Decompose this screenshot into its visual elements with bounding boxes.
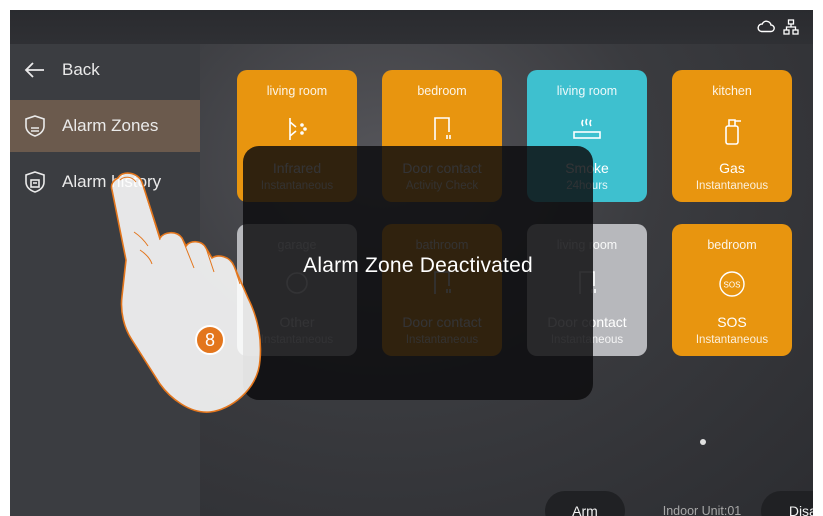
door-icon — [382, 114, 502, 144]
back-button[interactable]: Back — [10, 44, 200, 96]
zone-mode: Instantaneous — [695, 334, 769, 346]
cloud-icon — [757, 19, 775, 40]
arm-button[interactable]: Arm — [545, 491, 625, 516]
gas-icon — [672, 114, 792, 146]
zone-type: Gas — [719, 160, 745, 176]
zone-room: living room — [266, 84, 328, 98]
arm-label: Arm — [572, 503, 598, 516]
sidebar: Back Alarm Zones Alarm history — [10, 44, 200, 516]
zone-card[interactable]: kitchen Gas Instantaneous — [672, 70, 792, 202]
status-bar — [10, 10, 813, 44]
indoor-unit-label: Indoor Unit:01 — [662, 504, 742, 516]
step-number-badge: 8 — [195, 325, 225, 355]
history-shield-icon — [22, 169, 48, 195]
toast-message: Alarm Zone Deactivated — [303, 254, 533, 277]
device-screen: Back Alarm Zones Alarm history living ro… — [10, 10, 813, 516]
toast-overlay: Alarm Zone Deactivated — [243, 146, 593, 400]
shield-icon — [22, 113, 48, 139]
sidebar-item-label: Alarm Zones — [62, 116, 159, 135]
smoke-icon — [527, 114, 647, 144]
arrow-left-icon — [22, 57, 48, 83]
zone-room: kitchen — [712, 84, 752, 98]
svg-text:SOS: SOS — [724, 281, 741, 290]
back-label: Back — [62, 60, 100, 79]
bottom-bar: Arm Indoor Unit:01 Disarm — [545, 491, 813, 516]
zone-room: bedroom — [417, 84, 467, 98]
sidebar-item-alarm-zones[interactable]: Alarm Zones — [10, 100, 200, 152]
zone-room: living room — [556, 84, 618, 98]
page-indicator-dot — [700, 439, 706, 445]
disarm-button[interactable]: Disarm — [761, 491, 813, 516]
sidebar-item-alarm-history[interactable]: Alarm history — [10, 156, 200, 208]
sos-icon: SOS — [672, 268, 792, 300]
zone-room: bedroom — [707, 238, 757, 252]
disarm-label: Disarm — [788, 503, 813, 516]
infrared-icon — [237, 114, 357, 144]
sidebar-item-label: Alarm history — [62, 172, 162, 191]
zone-mode: Instantaneous — [695, 180, 769, 192]
zone-type: SOS — [717, 314, 747, 330]
network-icon — [783, 19, 799, 40]
zone-card[interactable]: bedroom SOS SOS Instantaneous — [672, 224, 792, 356]
